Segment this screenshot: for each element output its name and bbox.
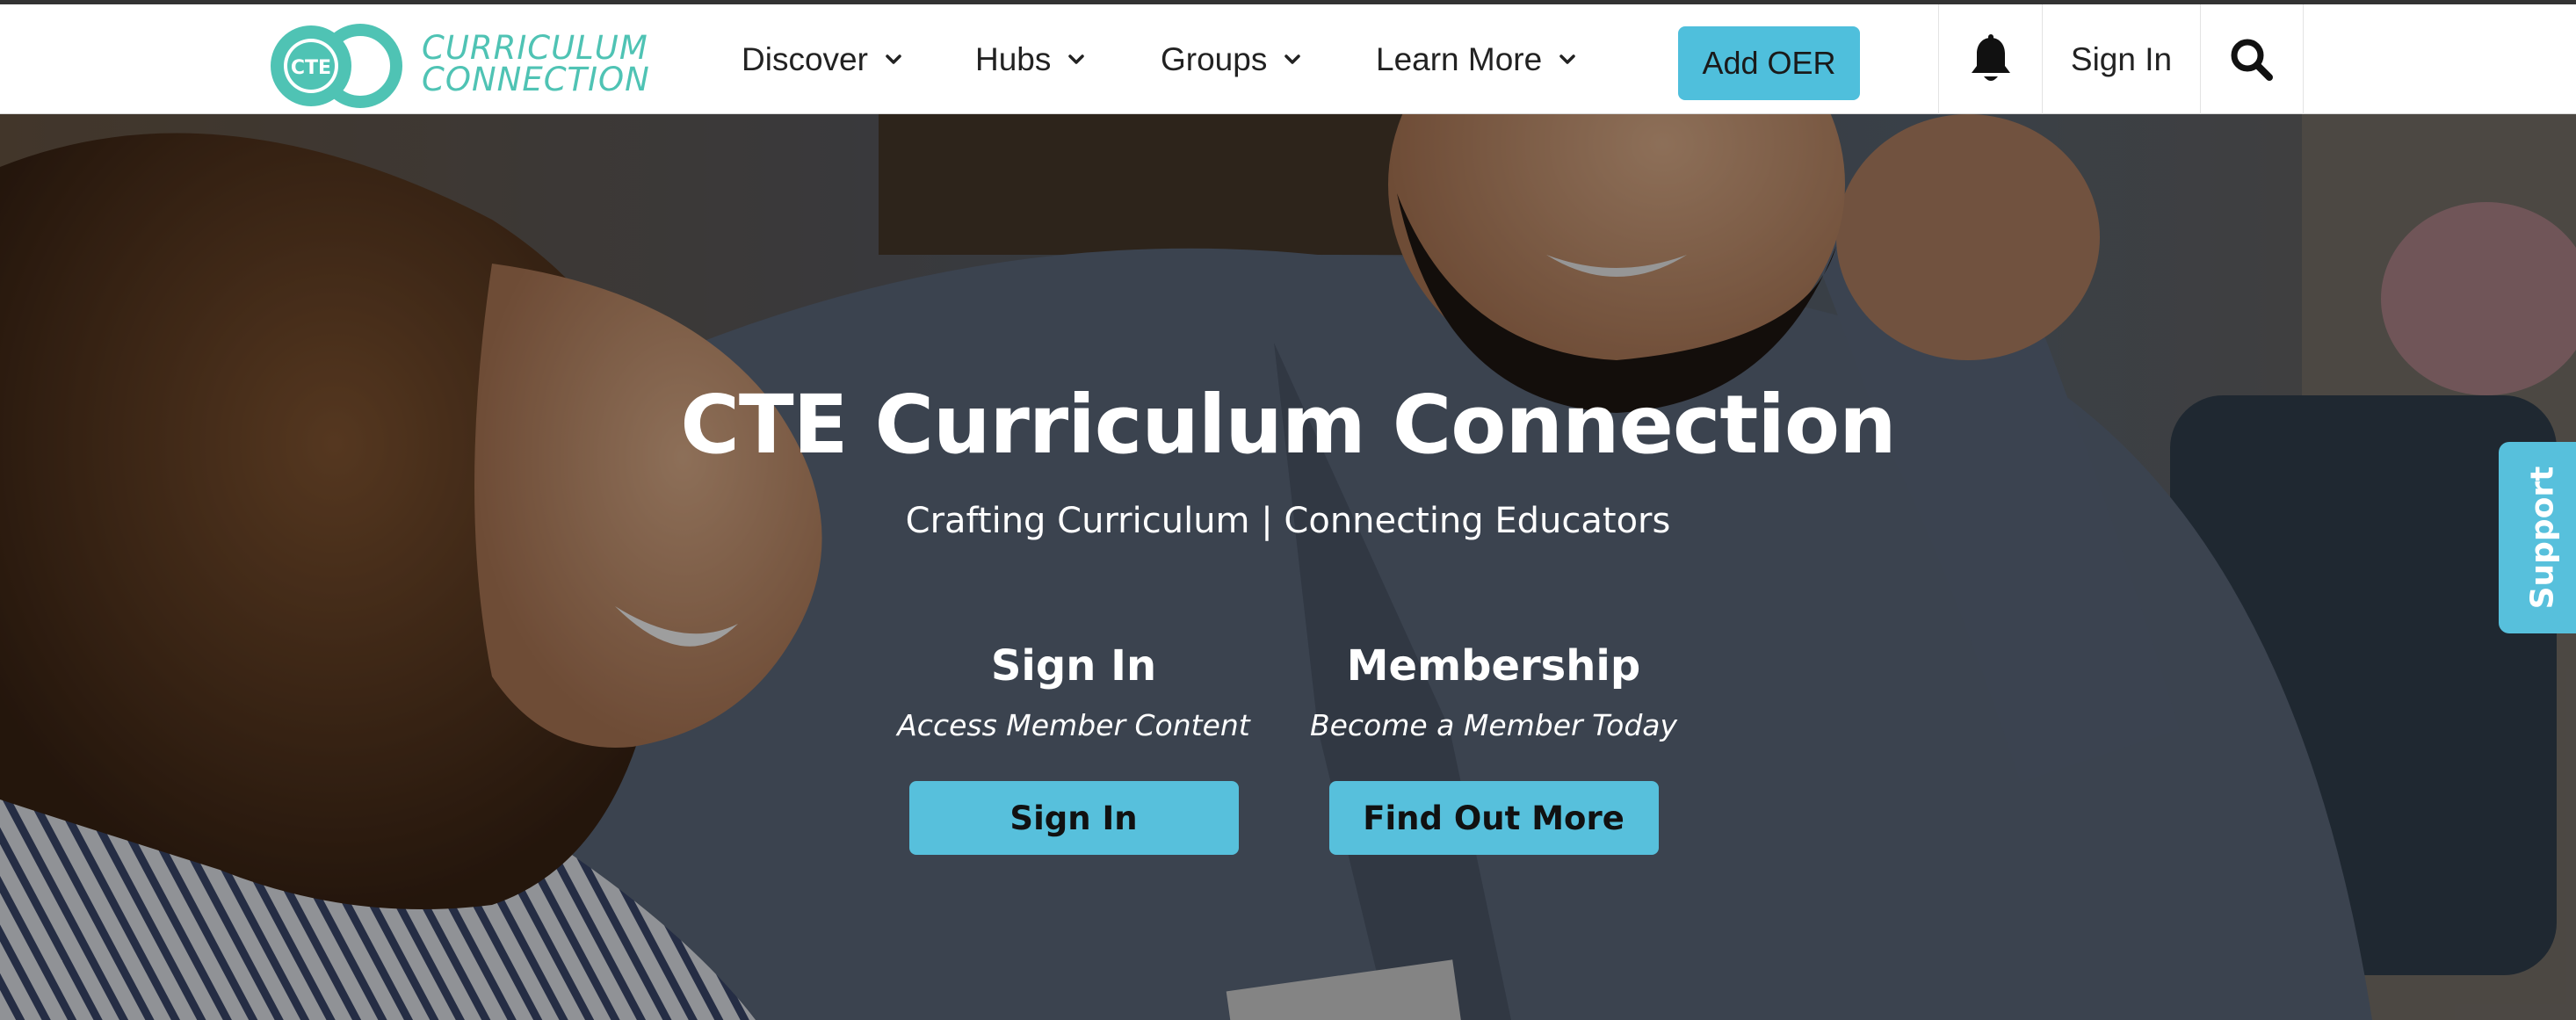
logo-line-1: CURRICULUM	[422, 29, 648, 67]
hero-overlay	[0, 114, 2576, 1020]
find-out-more-button[interactable]: Find Out More	[1328, 781, 1659, 855]
logo-badge-text: CTE	[291, 57, 331, 79]
membership-cta-description: Become a Member Today	[1309, 708, 1678, 742]
signin-cta-description: Access Member Content	[897, 708, 1250, 742]
add-oer-button[interactable]: Add OER	[1678, 26, 1860, 100]
support-tab-label: Support	[2524, 466, 2561, 610]
chevron-down-icon	[886, 54, 901, 64]
hero-section: CTE Curriculum Connection Crafting Curri…	[0, 114, 2576, 1020]
header-sign-in-link[interactable]: Sign In	[2042, 4, 2200, 114]
page: CTE CURRICULUM CONNECTION Discover Hubs …	[0, 0, 2576, 1020]
chevron-down-icon	[1559, 54, 1575, 64]
signin-cta: Sign In Access Member Content Sign In	[880, 641, 1267, 855]
nav-discover[interactable]: Discover	[742, 4, 903, 114]
logo-rings-icon: CTE	[271, 24, 402, 108]
nav-hubs-label: Hubs	[975, 40, 1052, 77]
nav-hubs[interactable]: Hubs	[975, 4, 1086, 114]
nav-discover-label: Discover	[742, 40, 868, 77]
logo-line-2: CONNECTION	[422, 61, 650, 98]
membership-cta-heading: Membership	[1346, 641, 1641, 691]
notifications-button[interactable]	[1938, 4, 2042, 114]
logo-wordmark: CURRICULUM CONNECTION	[422, 29, 650, 98]
header-sign-in-label: Sign In	[2070, 40, 2173, 77]
nav-learn-more-label: Learn More	[1376, 40, 1543, 77]
membership-cta: Membership Become a Member Today Find Ou…	[1300, 641, 1687, 855]
signin-cta-heading: Sign In	[990, 641, 1157, 691]
nav-learn-more[interactable]: Learn More	[1376, 4, 1577, 114]
search-icon	[2231, 39, 2273, 81]
search-button[interactable]	[2200, 4, 2304, 114]
site-logo[interactable]: CTE CURRICULUM CONNECTION	[262, 20, 650, 112]
sign-in-button[interactable]: Sign In	[908, 781, 1239, 855]
nav-groups-label: Groups	[1161, 40, 1268, 77]
support-tab[interactable]: Support	[2499, 442, 2576, 633]
hero-title: CTE Curriculum Connection	[680, 378, 1896, 472]
chevron-down-icon	[1284, 54, 1301, 64]
bell-icon	[1971, 33, 2010, 81]
hero-subtitle: Crafting Curriculum | Connecting Educato…	[905, 501, 1671, 541]
nav-groups[interactable]: Groups	[1161, 4, 1302, 114]
chevron-down-icon	[1068, 54, 1085, 64]
